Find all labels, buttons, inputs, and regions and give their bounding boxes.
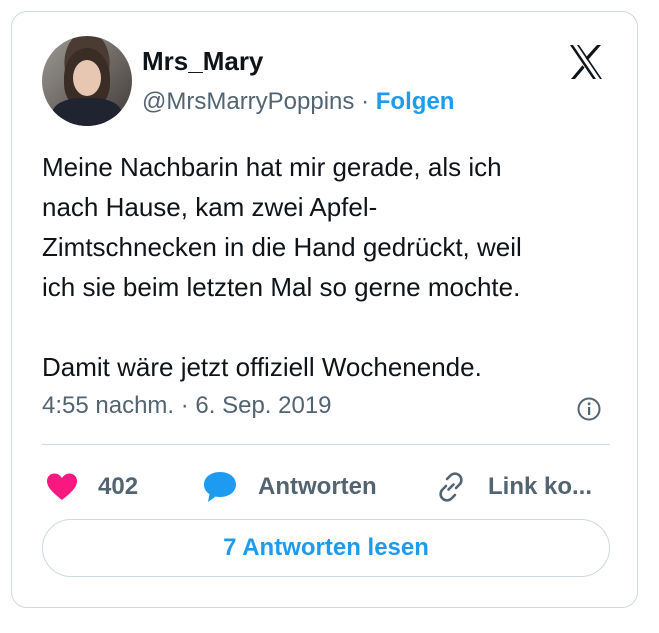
- author-handle[interactable]: @MrsMarryPoppins: [142, 88, 354, 115]
- tweet-card: Mrs_Mary @MrsMarryPoppins · Folgen Meine…: [11, 11, 638, 608]
- like-button[interactable]: 402: [46, 464, 138, 510]
- speech-bubble-icon: [204, 472, 236, 502]
- avatar[interactable]: [42, 36, 132, 126]
- divider: [42, 444, 610, 445]
- x-logo-icon[interactable]: [566, 42, 606, 82]
- copy-link-label: Link ko...: [488, 473, 593, 500]
- reply-button[interactable]: Antworten: [202, 464, 377, 510]
- action-bar: 402 Antworten Link ko...: [42, 464, 610, 510]
- follow-button[interactable]: Folgen: [376, 88, 455, 115]
- avatar-body: [52, 98, 122, 126]
- author-handle-line: @MrsMarryPoppins · Folgen: [142, 88, 454, 116]
- link-icon: [439, 472, 463, 502]
- author-name[interactable]: Mrs_Mary: [142, 46, 263, 77]
- tweet-timestamp[interactable]: 4:55 nachm. · 6. Sep. 2019: [42, 392, 332, 420]
- reply-label: Antworten: [258, 473, 377, 500]
- heart-icon: [47, 473, 77, 500]
- avatar-face: [73, 60, 101, 96]
- info-icon[interactable]: [576, 396, 602, 422]
- copy-link-button[interactable]: Link ko...: [434, 464, 592, 510]
- like-count: 402: [98, 473, 139, 500]
- handle-separator: ·: [361, 88, 370, 115]
- tweet-text: Meine Nachbarin hat mir gerade, als ich …: [42, 152, 522, 382]
- read-replies-button[interactable]: 7 Antworten lesen: [42, 519, 610, 577]
- read-replies-label: 7 Antworten lesen: [223, 534, 429, 561]
